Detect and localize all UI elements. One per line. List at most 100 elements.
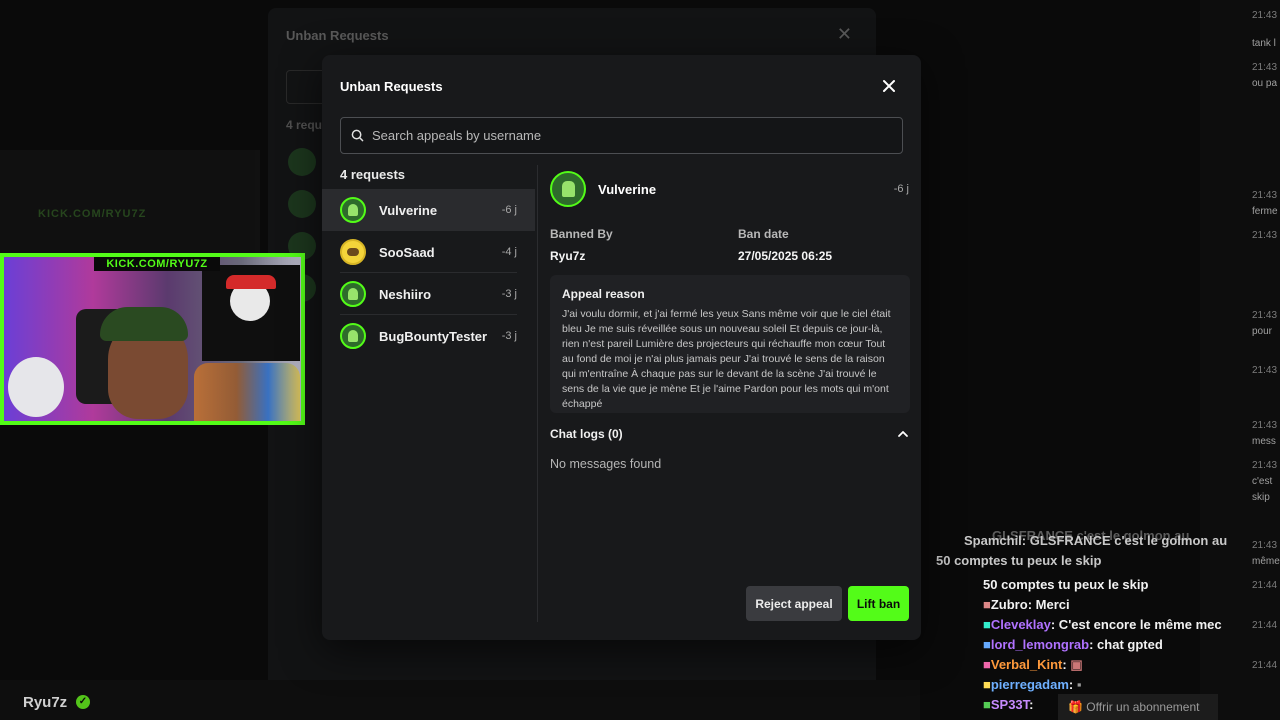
badge-icon: ■ xyxy=(983,677,991,692)
timestamp: 21:43 xyxy=(1252,10,1278,21)
requests-list: Vulverine -6 j SooSaad -4 j Neshiiro -3 … xyxy=(322,189,535,357)
chat-text: : xyxy=(1029,697,1034,712)
request-age: -4 j xyxy=(501,246,517,258)
channel-info-bar: Ryu7z ✓ xyxy=(0,680,920,720)
badge-icon: ■ xyxy=(983,597,991,612)
gift-subscription-button[interactable]: 🎁 Offrir un abonnement xyxy=(1058,694,1218,720)
chat-snippet: même xyxy=(1252,556,1280,567)
chat-text: : C'est encore le même mec xyxy=(1050,617,1222,632)
timestamp: 21:43 xyxy=(1252,230,1278,241)
gift-icon: 🎁 xyxy=(1068,700,1087,714)
kick-avatar-icon xyxy=(340,197,366,223)
kick-avatar-icon xyxy=(550,171,586,207)
chat-logs-label: Chat logs (0) xyxy=(550,427,623,441)
unban-requests-modal: Unban Requests 4 requests Vulverine -6 j… xyxy=(322,55,921,640)
panel-divider xyxy=(537,165,538,622)
banned-by-value: Ryu7z xyxy=(550,249,586,263)
chat-username[interactable]: Verbal_Kint xyxy=(991,657,1063,672)
chevron-up-icon[interactable] xyxy=(896,427,910,441)
chat-snippet: tank l xyxy=(1252,38,1276,49)
emote-icon: ▣ xyxy=(1066,657,1083,672)
chat-username[interactable]: Zubro xyxy=(991,597,1028,612)
badge-icon: ■ xyxy=(983,657,991,672)
chat-snippet: pour xyxy=(1252,326,1273,337)
timestamp: 21:44 xyxy=(1252,620,1278,631)
timestamp: 21:43 xyxy=(1252,540,1278,551)
chat-text: 50 comptes tu peux le skip xyxy=(983,577,1149,592)
search-input[interactable] xyxy=(364,128,902,143)
no-messages-text: No messages found xyxy=(550,457,662,471)
chat-ghost-line: 50 comptes tu peux le skip xyxy=(936,553,1102,568)
list-item[interactable]: Vulverine -6 j xyxy=(322,189,535,231)
kick-url-banner: KICK.COM/RYU7Z xyxy=(94,257,220,271)
timestamp: 21:44 xyxy=(1252,660,1278,671)
chat-message: 50 comptes tu peux le skip xyxy=(983,577,1148,592)
cap-graphic xyxy=(8,357,64,417)
chat-message: ■Cleveklay: C'est encore le même mec xyxy=(983,617,1222,632)
chat-snippet: skip xyxy=(1252,492,1270,503)
banned-by-label: Banned By xyxy=(550,227,613,241)
request-age: -3 j xyxy=(501,330,517,342)
background-kick-banner: KICK.COM/RYU7Z xyxy=(38,208,147,220)
chat-snippet: ferme xyxy=(1252,206,1278,217)
request-age: -3 j xyxy=(501,288,517,300)
banned-by-field: Banned By Ryu7z xyxy=(550,227,613,263)
chat-message: ■Verbal_Kint: ▣ xyxy=(983,657,1083,673)
request-username: Vulverine xyxy=(379,202,438,218)
badge-icon: ■ xyxy=(983,617,991,632)
chat-username[interactable]: Cleveklay xyxy=(991,617,1051,632)
detail-header: Vulverine -6 j xyxy=(550,171,910,207)
ban-date-field: Ban date 27/05/2025 06:25 xyxy=(738,227,832,263)
chat-username[interactable]: pierregadam xyxy=(991,677,1069,692)
chat-username[interactable]: lord_lemongrab xyxy=(991,637,1089,652)
request-username: Neshiiro xyxy=(379,286,432,302)
timestamp: 21:44 xyxy=(1252,580,1278,591)
kick-avatar-icon xyxy=(340,323,366,349)
badge-icon: ■ xyxy=(983,637,991,652)
timestamp: 21:43 xyxy=(1252,420,1278,431)
emote-icon: ▪ xyxy=(1073,677,1082,692)
badge-icon: ■ xyxy=(983,697,991,712)
chat-snippet: ou pa xyxy=(1252,78,1278,89)
list-item[interactable]: BugBountyTester -3 j xyxy=(322,315,535,357)
appeal-reason-text: J'ai voulu dormir, et j'ai fermé les yeu… xyxy=(562,308,891,410)
timestamp: 21:43 xyxy=(1252,62,1278,73)
requests-count: 4 requests xyxy=(340,167,406,182)
detail-age: -6 j xyxy=(893,183,909,195)
modal-title: Unban Requests xyxy=(340,79,443,94)
detail-username: Vulverine xyxy=(598,181,657,197)
background-avatar xyxy=(288,148,316,176)
plush-toys xyxy=(194,363,300,421)
chat-message: ■pierregadam: ▪ xyxy=(983,677,1081,692)
chat-ghost-line: Spamchil: GLSFRANCE c'est le golmon au xyxy=(964,533,1228,548)
request-age: -6 j xyxy=(501,204,517,216)
beret-graphic xyxy=(100,307,188,341)
lift-ban-button[interactable]: Lift ban xyxy=(848,586,909,621)
chat-message: ■Zubro: Merci xyxy=(983,597,1070,612)
timestamp: 21:43 xyxy=(1252,365,1278,376)
verified-icon: ✓ xyxy=(76,695,90,709)
search-bar xyxy=(340,117,903,154)
request-username: BugBountyTester xyxy=(379,328,488,344)
list-item[interactable]: SooSaad -4 j xyxy=(322,231,535,273)
close-icon[interactable] xyxy=(879,76,899,96)
streamer-name[interactable]: Ryu7z xyxy=(23,694,67,711)
timestamp: 21:43 xyxy=(1252,310,1278,321)
chat-username[interactable]: SP33T xyxy=(991,697,1029,712)
appeal-reason-card: Appeal reason J'ai voulu dormir, et j'ai… xyxy=(550,275,910,413)
chat-message: ■lord_lemongrab: chat gpted xyxy=(983,637,1163,652)
ban-date-value: 27/05/2025 06:25 xyxy=(738,249,833,263)
search-icon xyxy=(351,129,364,142)
background-close-icon: ✕ xyxy=(836,24,852,44)
request-username: SooSaad xyxy=(379,244,435,260)
stream-screen: Unban Requests ✕ 4 requ KICK.COM/RYU7Z 2… xyxy=(0,0,1280,720)
chat-logs-header[interactable]: Chat logs (0) xyxy=(550,425,910,443)
background-dialog-title: Unban Requests xyxy=(286,28,389,43)
pikachu-avatar-icon xyxy=(340,239,366,265)
list-item[interactable]: Neshiiro -3 j xyxy=(322,273,535,315)
background-avatar xyxy=(288,190,316,218)
reject-appeal-button[interactable]: Reject appeal xyxy=(746,586,842,621)
background-chat-strip: 21:43 tank l 21:43 ou pa 21:43 ferme 21:… xyxy=(1200,0,1280,720)
chat-snippet: mess xyxy=(1252,436,1276,447)
kick-avatar-icon xyxy=(340,281,366,307)
